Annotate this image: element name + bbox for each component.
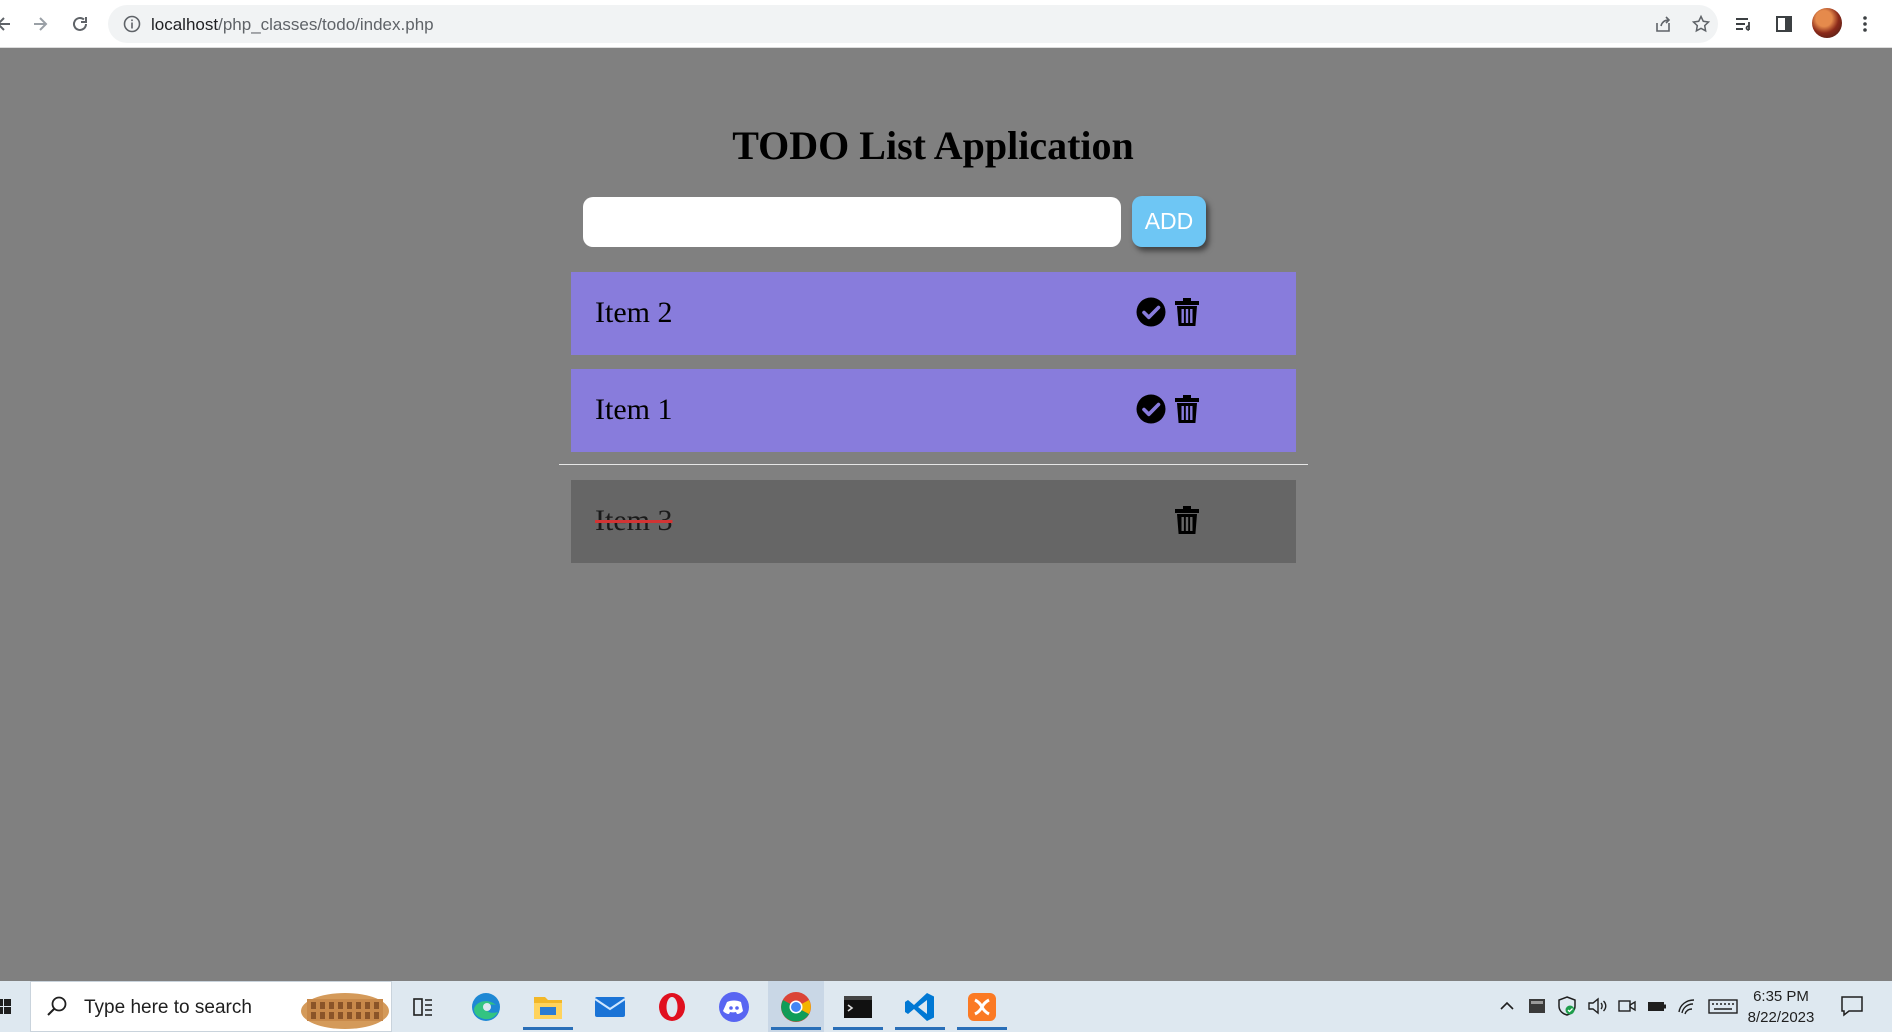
terminal-icon: [844, 995, 872, 1018]
taskbar-mail[interactable]: [582, 981, 638, 1032]
todo-item-pending: Item 2: [571, 272, 1296, 355]
url-path: /php_classes/todo/index.php: [218, 15, 434, 34]
taskbar-search[interactable]: Type here to search: [30, 981, 392, 1032]
folder-icon: [534, 996, 562, 1019]
clock-time: 6:35 PM: [1753, 988, 1809, 1005]
discord-icon: [719, 991, 749, 1022]
clock-date: 8/22/2023: [1747, 1009, 1815, 1026]
forward-arrow-icon: [34, 17, 48, 31]
url-text: localhost/php_classes/todo/index.php: [151, 15, 434, 35]
taskbar-terminal[interactable]: [830, 981, 886, 1032]
meet-camera-icon[interactable]: [1616, 995, 1638, 1017]
site-info-icon[interactable]: [122, 14, 142, 34]
page-body: TODO List Application ADD Item 2 Item 1 …: [0, 49, 1892, 981]
start-button[interactable]: [0, 981, 30, 1032]
battery-icon[interactable]: [1646, 995, 1668, 1017]
side-panel-button[interactable]: [1768, 8, 1800, 40]
profile-avatar[interactable]: [1812, 8, 1842, 38]
edge-icon: [472, 992, 500, 1021]
chrome-menu-button[interactable]: [1849, 8, 1881, 40]
reading-list-icon: [1736, 18, 1750, 31]
taskbar-xampp[interactable]: [954, 981, 1010, 1032]
todo-item-label: Item 3: [595, 504, 673, 537]
volume-icon[interactable]: [1586, 995, 1608, 1017]
list-divider: [559, 464, 1308, 465]
taskbar-vscode[interactable]: [892, 981, 948, 1032]
taskbar-discord[interactable]: [706, 981, 762, 1032]
taskbar-edge[interactable]: [458, 981, 514, 1032]
chrome-icon: [781, 991, 811, 1022]
browser-toolbar: localhost/php_classes/todo/index.php: [0, 0, 1892, 48]
colosseum-search-highlight-icon[interactable]: [293, 987, 393, 1031]
reload-icon: [73, 16, 87, 31]
tray-app-icon[interactable]: [1526, 995, 1548, 1017]
trash-icon[interactable]: [1171, 296, 1203, 328]
notification-icon[interactable]: [1840, 995, 1864, 1017]
trash-icon[interactable]: [1171, 393, 1203, 425]
security-shield-icon[interactable]: [1556, 995, 1578, 1017]
forward-button[interactable]: [24, 8, 56, 40]
add-button[interactable]: ADD: [1132, 196, 1206, 247]
check-circle-icon[interactable]: [1135, 393, 1167, 425]
back-arrow-icon: [0, 17, 10, 31]
mail-icon: [594, 996, 626, 1017]
back-button[interactable]: [0, 8, 20, 40]
address-bar[interactable]: localhost/php_classes/todo/index.php: [108, 5, 1718, 43]
task-view-icon: [413, 997, 432, 1016]
taskbar-chrome[interactable]: [768, 981, 824, 1032]
kebab-menu-icon: [1863, 16, 1867, 32]
url-host: localhost: [151, 15, 219, 34]
trash-icon[interactable]: [1171, 504, 1203, 536]
taskbar: Type here to search 6:35 PM 8/22/2023: [0, 981, 1892, 1032]
keyboard-icon[interactable]: [1708, 995, 1738, 1017]
page-title: TODO List Application: [732, 123, 1134, 168]
search-icon: [47, 996, 67, 1016]
chevron-up-icon[interactable]: [1496, 995, 1518, 1017]
todo-item-completed: Item 3: [571, 480, 1296, 563]
taskbar-opera[interactable]: [644, 981, 700, 1032]
system-clock[interactable]: 6:35 PM 8/22/2023: [1740, 986, 1822, 1028]
task-view-button[interactable]: [395, 981, 451, 1032]
xampp-icon: [968, 992, 996, 1021]
bookmark-star-icon[interactable]: [1691, 14, 1711, 34]
vscode-icon: [905, 992, 934, 1021]
side-panel-icon: [1776, 16, 1792, 32]
taskbar-file-explorer[interactable]: [520, 981, 576, 1032]
todo-item-label: Item 1: [595, 393, 673, 426]
wifi-icon[interactable]: [1676, 995, 1698, 1017]
windows-logo-icon: [0, 999, 11, 1014]
search-placeholder: Type here to search: [84, 997, 252, 1018]
reload-button[interactable]: [64, 8, 96, 40]
share-icon[interactable]: [1653, 14, 1673, 34]
todo-item-label: Item 2: [595, 296, 673, 329]
reading-list-button[interactable]: [1728, 8, 1760, 40]
check-circle-icon[interactable]: [1135, 296, 1167, 328]
todo-input[interactable]: [583, 197, 1121, 247]
opera-icon: [659, 992, 685, 1021]
todo-item-pending: Item 1: [571, 369, 1296, 452]
